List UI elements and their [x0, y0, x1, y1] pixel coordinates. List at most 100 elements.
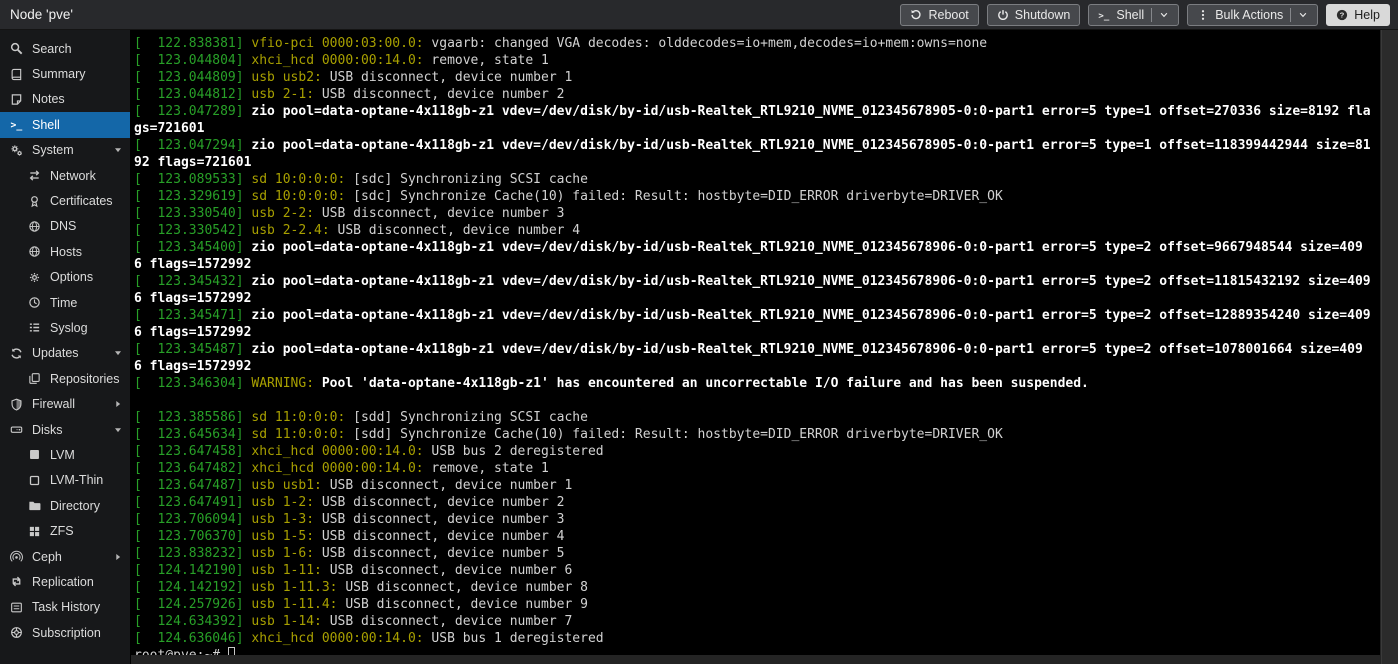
- sidebar-item-certificates[interactable]: Certificates: [0, 188, 130, 213]
- terminal-text-segment: [ 124.142190]: [134, 563, 251, 578]
- terminal-line: [ 123.706370] usb 1-5: USB disconnect, d…: [134, 528, 1371, 545]
- terminal-text-segment: vfio-pci 0000:03:00.0:: [251, 36, 431, 51]
- caret-down-icon[interactable]: [113, 425, 123, 435]
- sidebar-item-dns[interactable]: DNS: [0, 214, 130, 239]
- sidebar-item-time[interactable]: Time: [0, 290, 130, 315]
- sidebar-item-disks[interactable]: Disks: [0, 417, 130, 442]
- shell-icon: >_: [1098, 9, 1110, 21]
- sidebar-item-notes[interactable]: Notes: [0, 87, 130, 112]
- sidebar-item-lvm-thin[interactable]: LVM-Thin: [0, 468, 130, 493]
- help-button[interactable]: ?Help: [1326, 4, 1390, 26]
- terminal-text-segment: USB disconnect, device number 9: [345, 597, 588, 612]
- terminal-scrollbar-track[interactable]: [1381, 30, 1398, 664]
- caret-right-icon[interactable]: [113, 552, 123, 562]
- sidebar: Search Summary Notes >_Shell System Network Ce…: [0, 30, 131, 664]
- terminal-text-segment: [ 123.647491]: [134, 495, 251, 510]
- grid-icon: [28, 525, 43, 538]
- terminal-text-segment: [ 123.044809]: [134, 70, 251, 85]
- terminal-line: [ 123.647458] xhci_hcd 0000:00:14.0: USB…: [134, 443, 1371, 460]
- terminal-line: [ 124.142190] usb 1-11: USB disconnect, …: [134, 562, 1371, 579]
- sidebar-item-firewall[interactable]: Firewall: [0, 391, 130, 416]
- sidebar-item-syslog[interactable]: Syslog: [0, 315, 130, 340]
- sidebar-item-label: ZFS: [50, 524, 74, 538]
- terminal-text-segment: zio pool=data-optane-4x118gb-z1 vdev=/de…: [134, 274, 1371, 306]
- sidebar-item-zfs[interactable]: ZFS: [0, 518, 130, 543]
- terminal-text-segment: remove, state 1: [431, 53, 548, 68]
- bulk-actions-button[interactable]: Bulk Actions: [1187, 4, 1318, 26]
- caret-down-icon[interactable]: [113, 145, 123, 155]
- sidebar-item-label: System: [32, 143, 74, 157]
- sidebar-item-repositories[interactable]: Repositories: [0, 366, 130, 391]
- sidebar-item-system[interactable]: System: [0, 138, 130, 163]
- terminal-text-segment: xhci_hcd 0000:00:14.0:: [251, 461, 431, 476]
- terminal-line: [ 124.636046] xhci_hcd 0000:00:14.0: USB…: [134, 630, 1371, 647]
- terminal-text-segment: [ 123.647482]: [134, 461, 251, 476]
- terminal-line: [ 123.345471] zio pool=data-optane-4x118…: [134, 307, 1371, 341]
- sidebar-item-subscription[interactable]: Subscription: [0, 620, 130, 645]
- folder-icon: [28, 499, 43, 512]
- terminal-text-segment: USB disconnect, device number 4: [322, 529, 565, 544]
- sidebar-item-directory[interactable]: Directory: [0, 493, 130, 518]
- terminal-text-segment: [sdd] Synchronize Cache(10) failed: Resu…: [353, 427, 1003, 442]
- sidebar-item-replication[interactable]: Replication: [0, 569, 130, 594]
- terminal-line: [ 123.345432] zio pool=data-optane-4x118…: [134, 273, 1371, 307]
- terminal-text-segment: usb 1-5:: [251, 529, 321, 544]
- reboot-icon: [910, 9, 922, 21]
- terminal-text-segment: usb 1-11:: [251, 563, 329, 578]
- terminal-text-segment: [ 123.089533]: [134, 172, 251, 187]
- caret-right-icon[interactable]: [113, 399, 123, 409]
- terminal-text-segment: USB disconnect, device number 1: [330, 70, 573, 85]
- terminal-line: [ 122.838381] vfio-pci 0000:03:00.0: vga…: [134, 35, 1371, 52]
- terminal-text-segment: [ 123.345432]: [134, 274, 251, 289]
- terminal-cursor: [228, 647, 235, 655]
- sidebar-item-hosts[interactable]: Hosts: [0, 239, 130, 264]
- terminal-text-segment: [ 123.645634]: [134, 427, 251, 442]
- terminal-line: [ 123.345400] zio pool=data-optane-4x118…: [134, 239, 1371, 273]
- terminal-line: [ 123.044804] xhci_hcd 0000:00:14.0: rem…: [134, 52, 1371, 69]
- sidebar-item-updates[interactable]: Updates: [0, 341, 130, 366]
- sidebar-item-ceph[interactable]: Ceph: [0, 544, 130, 569]
- terminal-text-segment: [sdc] Synchronize Cache(10) failed: Resu…: [353, 189, 1003, 204]
- sidebar-item-label: Hosts: [50, 245, 82, 259]
- terminal-text-segment: [sdd] Synchronizing SCSI cache: [353, 410, 588, 425]
- note-icon: [10, 93, 25, 106]
- terminal-text-segment: remove, state 1: [431, 461, 548, 476]
- caret-down-icon[interactable]: [113, 348, 123, 358]
- terminal-line: [ 123.647491] usb 1-2: USB disconnect, d…: [134, 494, 1371, 511]
- terminal-text-segment: [ 123.647487]: [134, 478, 251, 493]
- shutdown-button-label: Shutdown: [1015, 8, 1071, 22]
- book-icon: [10, 68, 25, 81]
- sidebar-item-lvm[interactable]: LVM: [0, 442, 130, 467]
- reboot-button[interactable]: Reboot: [900, 4, 978, 26]
- sidebar-item-shell[interactable]: >_Shell: [0, 112, 130, 137]
- top-bar: Node 'pve' RebootShutdown>_ShellBulk Act…: [0, 0, 1398, 30]
- sidebar-menu: Search Summary Notes >_Shell System Network Ce…: [0, 36, 130, 645]
- sidebar-item-summary[interactable]: Summary: [0, 61, 130, 86]
- terminal-text-segment: usb 2-2:: [251, 206, 321, 221]
- cogs-icon: [10, 144, 25, 157]
- terminal-text-segment: [ 123.345471]: [134, 308, 251, 323]
- terminal-text-segment: [ 123.047294]: [134, 138, 251, 153]
- terminal-text-segment: usb 1-2:: [251, 495, 321, 510]
- sidebar-item-options[interactable]: Options: [0, 265, 130, 290]
- hdd-icon: [10, 423, 25, 436]
- square-outline-icon: [28, 474, 43, 487]
- terminal-text-segment: WARNING:: [251, 376, 321, 391]
- terminal[interactable]: [ 122.838381] vfio-pci 0000:03:00.0: vga…: [131, 30, 1380, 655]
- sidebar-item-task-history[interactable]: Task History: [0, 595, 130, 620]
- sidebar-item-label: Notes: [32, 92, 65, 106]
- terminal-text-segment: [ 124.634392]: [134, 614, 251, 629]
- sidebar-item-label: Summary: [32, 67, 85, 81]
- terminal-text-segment: USB disconnect, device number 1: [330, 478, 573, 493]
- terminal-text-segment: usb 1-14:: [251, 614, 329, 629]
- terminal-text-segment: [ 124.636046]: [134, 631, 251, 646]
- terminal-text-segment: usb 2-1:: [251, 87, 321, 102]
- sidebar-item-network[interactable]: Network: [0, 163, 130, 188]
- terminal-text-segment: USB disconnect, device number 4: [338, 223, 581, 238]
- sidebar-item-search[interactable]: Search: [0, 36, 130, 61]
- terminal-line: [ 123.345487] zio pool=data-optane-4x118…: [134, 341, 1371, 375]
- terminal-text-segment: USB disconnect, device number 3: [322, 512, 565, 527]
- shutdown-button[interactable]: Shutdown: [987, 4, 1081, 26]
- sidebar-item-label: Network: [50, 169, 96, 183]
- shell-button[interactable]: >_Shell: [1088, 4, 1179, 26]
